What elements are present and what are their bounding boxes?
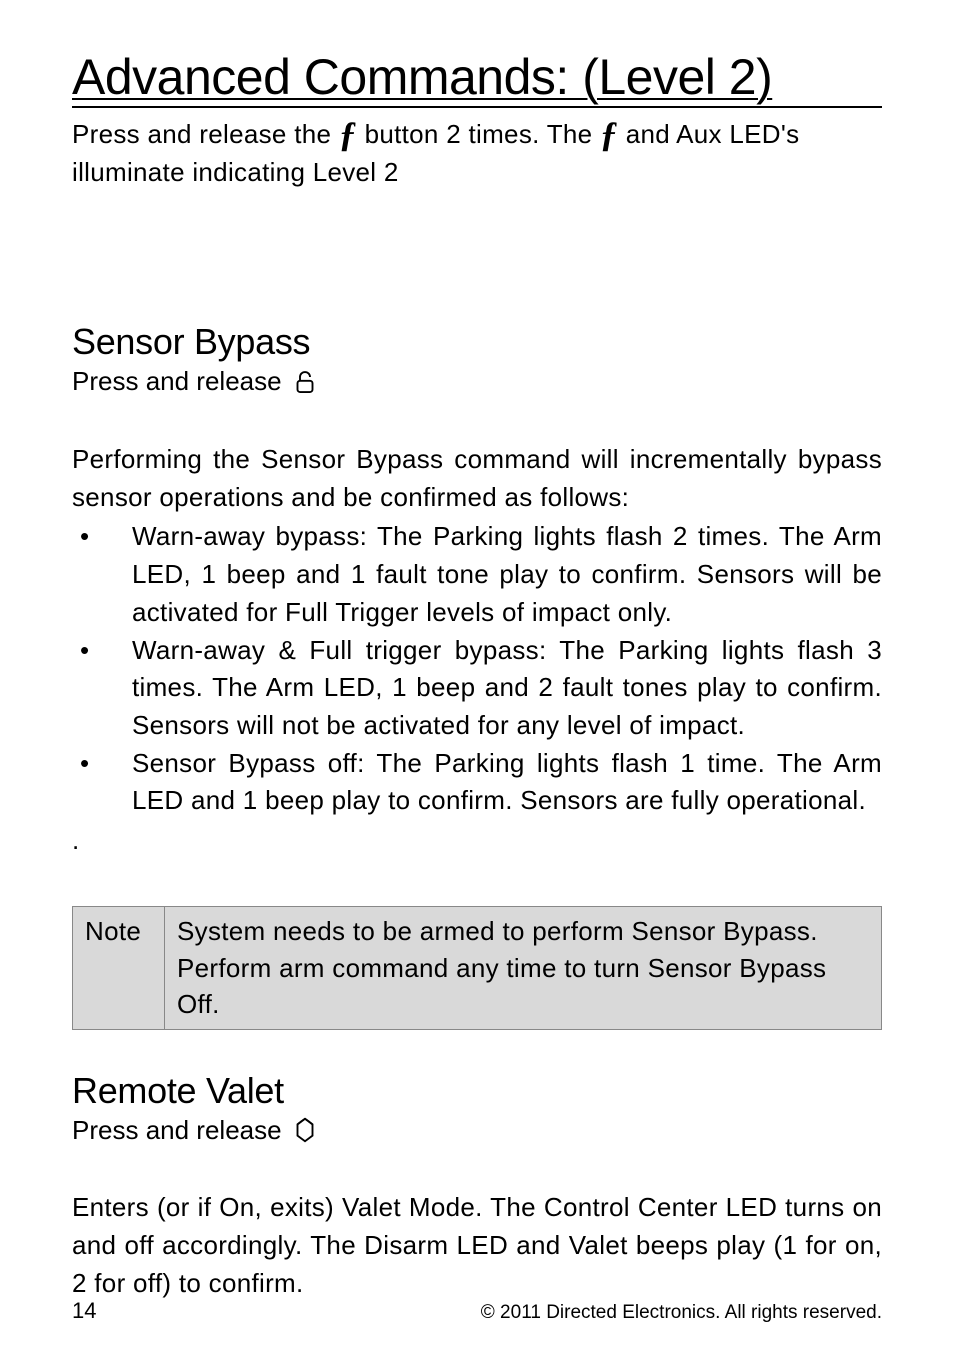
note-box: Note System needs to be armed to perform… [72, 906, 882, 1029]
f-icon: ƒ [600, 120, 618, 149]
copyright-text: © 2011 Directed Electronics. All rights … [481, 1302, 882, 1324]
page-number: 14 [72, 1298, 96, 1324]
and-release-text: and release [138, 366, 281, 396]
sensor-bypass-bullets: Warn-away bypass: The Parking lights fla… [72, 518, 882, 820]
press-label: Press [72, 119, 140, 149]
lock-icon [290, 367, 320, 397]
bullet-item: Warn-away & Full trigger bypass: The Par… [72, 632, 882, 745]
bullet-bold: Sensor Bypass off: [132, 748, 365, 778]
press-label: Press [72, 1115, 138, 1145]
note-label: Note [73, 907, 165, 1029]
trailing-dot: . [72, 822, 882, 858]
press-label: Press [72, 366, 138, 396]
page-title: Advanced Commands: (Level 2) [72, 48, 882, 108]
remote-valet-heading: Remote Valet [72, 1070, 882, 1112]
remote-valet-body: Enters (or if On, exits) Valet Mode. The… [72, 1189, 882, 1302]
and-release-text: and release [138, 1115, 281, 1145]
bullet-item: Sensor Bypass off: The Parking lights fl… [72, 745, 882, 820]
intro-text-2: button 2 times. The [357, 119, 600, 149]
intro-text-1: and release the [140, 119, 339, 149]
bullet-item: Warn-away bypass: The Parking lights fla… [72, 518, 882, 631]
f-icon: ƒ [339, 120, 357, 149]
bullet-bold: Warn-away bypass: [132, 521, 367, 551]
note-content: System needs to be armed to perform Sens… [165, 907, 882, 1029]
aux-icon [290, 1115, 320, 1145]
intro-paragraph: Press and release the ƒ button 2 times. … [72, 116, 882, 191]
sensor-bypass-body: Performing the Sensor Bypass command wil… [72, 441, 882, 516]
page-footer: 14 © 2011 Directed Electronics. All righ… [72, 1298, 882, 1324]
sensor-bypass-heading: Sensor Bypass [72, 321, 882, 363]
bullet-bold: Warn-away & Full trigger bypass: [132, 635, 547, 665]
remote-valet-press-line: Press and release [72, 1112, 882, 1150]
sensor-bypass-press-line: Press and release [72, 363, 882, 401]
